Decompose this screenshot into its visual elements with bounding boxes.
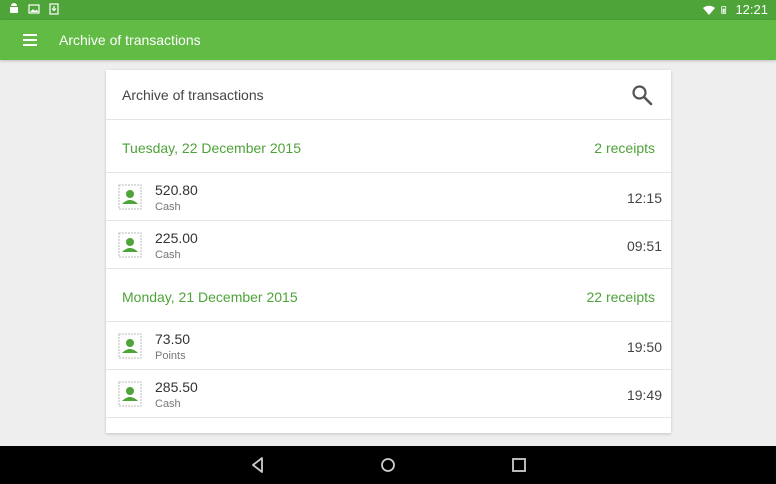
wifi-icon <box>703 5 716 15</box>
status-bar: 12:21 <box>0 0 776 20</box>
transaction-row[interactable]: 285.50 Cash 19:49 <box>106 370 671 418</box>
android-icon <box>10 3 18 13</box>
card-header: Archive of transactions <box>106 70 671 120</box>
transaction-amount: 225.00 <box>155 230 198 246</box>
receipt-icon <box>118 333 142 359</box>
recents-icon[interactable] <box>509 455 529 475</box>
transaction-row[interactable]: 520.80 Cash 12:15 <box>106 173 671 221</box>
home-icon[interactable] <box>378 455 398 475</box>
search-icon[interactable] <box>631 84 653 106</box>
app-bar-title: Archive of transactions <box>59 32 201 48</box>
back-icon[interactable] <box>248 455 268 475</box>
day-date: Tuesday, 22 December 2015 <box>122 140 301 156</box>
payment-method: Cash <box>155 249 181 261</box>
day-receipt-count: 22 receipts <box>586 289 655 305</box>
payment-method: Cash <box>155 201 181 213</box>
receipt-icon <box>118 232 142 258</box>
day-header: Tuesday, 22 December 2015 2 receipts <box>106 120 671 173</box>
battery-icon <box>721 5 727 14</box>
image-icon <box>28 4 40 14</box>
status-icons-left <box>8 3 60 15</box>
transaction-amount: 285.50 <box>155 379 198 395</box>
day-date: Monday, 21 December 2015 <box>122 289 298 305</box>
transaction-amount: 520.80 <box>155 182 198 198</box>
transaction-time: 09:51 <box>626 238 662 254</box>
receipt-icon <box>118 184 142 210</box>
day-receipt-count: 2 receipts <box>594 140 655 156</box>
transaction-time: 12:15 <box>626 190 662 206</box>
transaction-amount: 73.50 <box>155 331 191 347</box>
transactions-card: Archive of transactions Tuesday, 22 Dece… <box>106 70 671 433</box>
transaction-time: 19:50 <box>626 339 662 355</box>
app-bar: Archive of transactions <box>0 20 776 60</box>
status-icons-right: 12:21 <box>703 2 768 17</box>
menu-icon[interactable] <box>16 29 44 51</box>
receipt-icon <box>118 381 142 407</box>
download-icon <box>49 3 59 15</box>
transaction-row[interactable]: 225.00 Cash 09:51 <box>106 221 671 269</box>
system-nav-bar <box>0 446 776 484</box>
payment-method: Points <box>155 350 186 362</box>
card-title: Archive of transactions <box>122 87 264 103</box>
payment-method: Cash <box>155 398 181 410</box>
transaction-row[interactable]: 73.50 Points 19:50 <box>106 322 671 370</box>
transaction-time: 19:49 <box>626 387 662 403</box>
day-header: Monday, 21 December 2015 22 receipts <box>106 269 671 322</box>
status-time: 12:21 <box>735 2 768 17</box>
